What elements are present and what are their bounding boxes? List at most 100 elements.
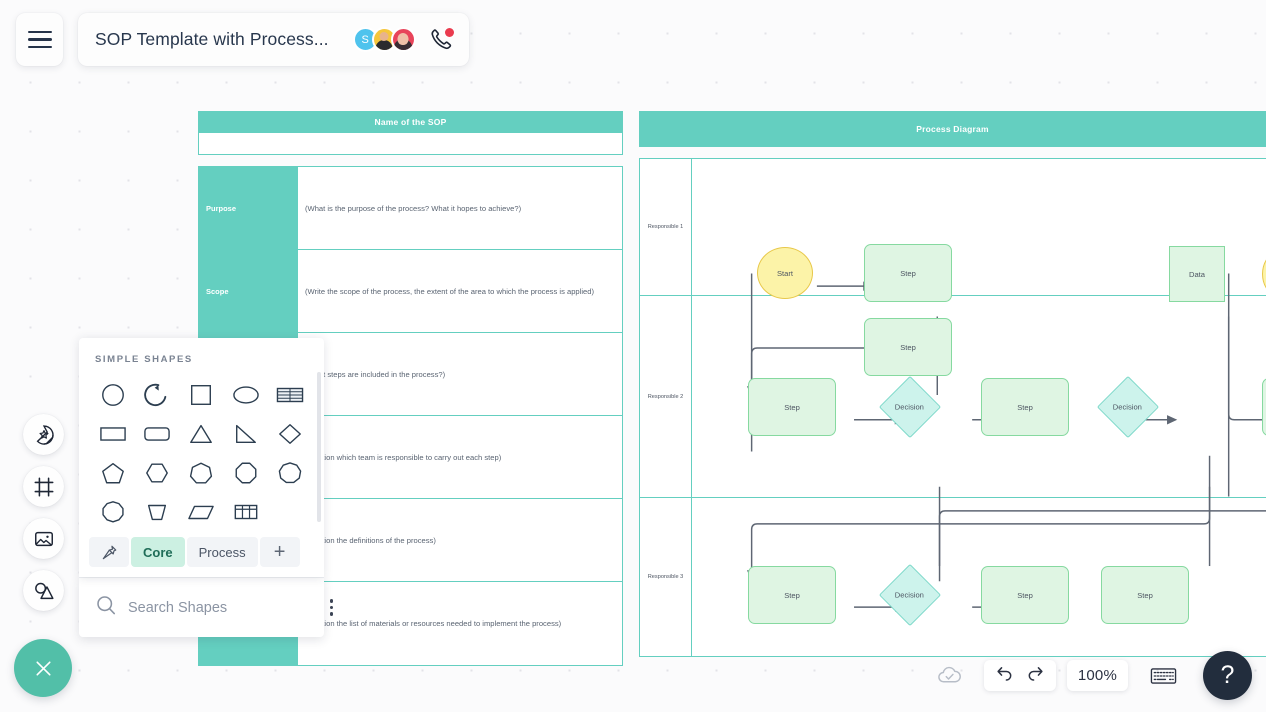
swimlane-label: Responsible 2 xyxy=(640,296,692,497)
shapes-section-title: SIMPLE SHAPES xyxy=(95,354,193,365)
pin-icon[interactable] xyxy=(89,537,129,567)
sop-row-value[interactable]: (Mention the definitions of the process) xyxy=(298,499,622,581)
node-step[interactable]: Step xyxy=(864,318,952,376)
circle-shape[interactable] xyxy=(91,379,135,410)
swimlane-2: Responsible 2 Step Step Decision Step De… xyxy=(640,273,1266,567)
triangle-shape[interactable] xyxy=(179,418,223,449)
shapes-icon[interactable] xyxy=(23,570,64,611)
heptagon-shape[interactable] xyxy=(179,457,223,488)
right-triangle-shape[interactable] xyxy=(224,418,268,449)
decagon-shape[interactable] xyxy=(91,496,135,527)
shapes-panel-tabs: Core Process + xyxy=(79,537,324,577)
phone-call-icon[interactable] xyxy=(429,27,454,52)
zoom-control[interactable]: 100% xyxy=(1066,660,1128,691)
hexagon-shape[interactable] xyxy=(135,457,179,488)
process-diagram-title: Process Diagram xyxy=(639,111,1266,147)
swimlane-canvas[interactable]: Step Decision Step Step xyxy=(692,486,1266,656)
cloud-saved-icon[interactable] xyxy=(926,660,973,691)
table-row[interactable]: Scope (Write the scope of the process, t… xyxy=(199,250,622,333)
search-input[interactable] xyxy=(128,599,315,616)
hamburger-line xyxy=(27,30,52,34)
sop-row-value[interactable]: (What steps are included in the process?… xyxy=(298,333,622,415)
redo-icon[interactable] xyxy=(1026,664,1045,688)
kebab-dot xyxy=(330,599,334,603)
nonagon-shape[interactable] xyxy=(268,457,312,488)
table-row[interactable]: Purpose (What is the purpose of the proc… xyxy=(199,167,622,250)
sop-row-label: Scope xyxy=(199,250,298,332)
node-step[interactable]: Step xyxy=(748,378,836,436)
sticker-star-icon[interactable] xyxy=(23,414,64,455)
node-step[interactable]: Step xyxy=(981,378,1069,436)
help-button[interactable]: ? xyxy=(1203,651,1252,700)
node-step[interactable]: Step xyxy=(1101,566,1189,624)
node-step[interactable]: Step xyxy=(1262,378,1266,436)
undo-icon[interactable] xyxy=(995,664,1014,688)
sop-row-value[interactable]: (Mention the list of materials or resour… xyxy=(298,582,622,665)
kebab-dot xyxy=(330,612,334,616)
app-root: Name of the SOP Purpose (What is the pur… xyxy=(0,0,1266,712)
arc-shape[interactable] xyxy=(135,379,179,410)
node-step[interactable]: Step xyxy=(864,244,952,302)
swimlane-3: Responsible 3 Step Decision Step Step xyxy=(640,486,1266,656)
swimlane-canvas[interactable]: Start Step Data End xyxy=(692,159,1266,497)
node-step[interactable]: Step xyxy=(748,566,836,624)
swimlane-1: Responsible 1 Start Step Data xyxy=(640,159,1266,497)
call-status-badge xyxy=(444,27,454,37)
shapes-panel: SIMPLE SHAPES Core Process + Search Shap… xyxy=(79,338,334,637)
shapes-panel-body: SIMPLE SHAPES Core Process + xyxy=(79,338,324,577)
swimlane-canvas[interactable]: Step Step Decision Step Decision xyxy=(692,273,1266,567)
swimlane-container: Responsible 1 Start Step Data Responsibl… xyxy=(639,158,1266,657)
keyboard-icon[interactable] xyxy=(1139,660,1188,691)
trapezoid-shape[interactable] xyxy=(135,496,179,527)
pentagon-shape[interactable] xyxy=(91,457,135,488)
hamburger-line xyxy=(27,45,52,49)
avatar-group: S xyxy=(352,27,416,52)
sop-header-title: Name of the SOP xyxy=(198,111,623,133)
tab-process[interactable]: Process xyxy=(186,537,258,567)
page-title[interactable]: SOP Template with Process... xyxy=(95,29,329,50)
lined-table-shape[interactable] xyxy=(268,379,312,410)
node-decision[interactable]: Decision xyxy=(878,375,942,439)
hamburger-icon[interactable] xyxy=(16,13,63,66)
node-step[interactable]: Step xyxy=(981,566,1069,624)
kebab-menu-icon[interactable] xyxy=(326,595,337,619)
rounded-rectangle-shape[interactable] xyxy=(135,418,179,449)
shapes-panel-scrollbar[interactable] xyxy=(317,372,321,522)
sop-row-value[interactable]: (What is the purpose of the process? Wha… xyxy=(298,167,622,249)
process-diagram-document[interactable]: Process Diagram Responsible 1 Start Step… xyxy=(639,111,1266,657)
title-bar: SOP Template with Process... S xyxy=(78,13,469,66)
node-decision[interactable]: Decision xyxy=(1096,375,1160,439)
swimlane-label: Responsible 1 xyxy=(640,159,692,295)
bottom-toolbar: 100% ? xyxy=(926,651,1252,700)
image-icon[interactable] xyxy=(23,518,64,559)
parallelogram-shape[interactable] xyxy=(179,496,223,527)
close-x-icon[interactable] xyxy=(14,639,72,697)
sop-row-value[interactable]: (Write the scope of the process, the ext… xyxy=(298,250,622,332)
kebab-dot xyxy=(330,605,334,610)
square-shape[interactable] xyxy=(179,379,223,410)
ellipse-shape[interactable] xyxy=(224,379,268,410)
rectangle-shape[interactable] xyxy=(91,418,135,449)
node-start[interactable]: Start xyxy=(757,247,813,299)
octagon-shape[interactable] xyxy=(224,457,268,488)
node-decision[interactable]: Decision xyxy=(878,563,942,627)
sop-row-label: Purpose xyxy=(199,167,298,249)
undo-redo-group xyxy=(983,660,1056,691)
search-icon xyxy=(95,594,117,621)
node-data[interactable]: Data xyxy=(1169,246,1225,302)
node-end[interactable]: End xyxy=(1262,246,1266,302)
shapes-search-bar xyxy=(79,577,334,637)
sop-row-value[interactable]: (Mention which team is responsible to ca… xyxy=(298,416,622,498)
hamburger-line xyxy=(27,38,52,41)
grid-table-shape[interactable] xyxy=(224,496,268,527)
diamond-shape[interactable] xyxy=(268,418,312,449)
zoom-level: 100% xyxy=(1077,667,1117,684)
left-toolbar xyxy=(23,414,64,611)
tab-core[interactable]: Core xyxy=(131,537,185,567)
swimlane-label: Responsible 3 xyxy=(640,498,692,656)
frame-icon[interactable] xyxy=(23,466,64,507)
shapes-grid xyxy=(79,379,324,527)
plus-icon[interactable]: + xyxy=(259,537,300,567)
sop-name-input[interactable] xyxy=(198,133,623,155)
avatar[interactable] xyxy=(390,27,416,52)
